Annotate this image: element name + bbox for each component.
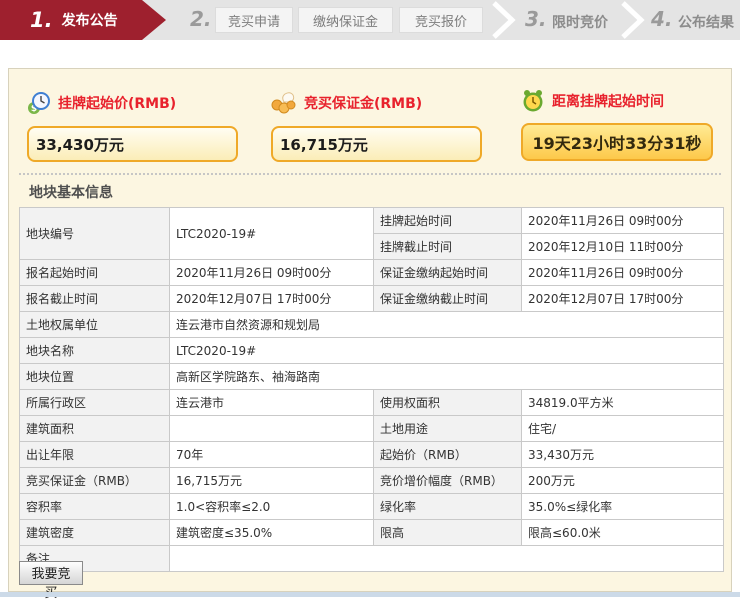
field-label: 限高 — [374, 520, 522, 546]
bid-deposit-value: 16,715万元 — [271, 126, 482, 162]
field-value: 2020年12月10日 11时00分 — [522, 234, 724, 260]
step-4-label: 公布结果 — [678, 12, 734, 32]
field-value: 33,430万元 — [522, 442, 724, 468]
step-1-publish-announcement: 1. 发布公告 — [0, 0, 166, 40]
footer-strip — [0, 592, 740, 597]
field-value — [170, 416, 374, 442]
field-value: 16,715万元 — [170, 468, 374, 494]
pay-deposit-button[interactable]: 缴纳保证金 — [298, 7, 393, 33]
alarm-clock-icon — [521, 89, 545, 113]
table-row: 报名截止时间 2020年12月07日 17时00分 保证金缴纳截止时间 2020… — [20, 286, 724, 312]
field-value: 2020年12月07日 17时00分 — [170, 286, 374, 312]
progress-stepbar: 1. 发布公告 2. 竞买申请 缴纳保证金 竞买报价 3. 限时竞价 4. 公布… — [0, 0, 740, 40]
field-label: 容积率 — [20, 494, 170, 520]
parcel-info-table: 地块编号 LTC2020-19# 挂牌起始时间 2020年11月26日 09时0… — [19, 207, 724, 572]
bid-application-button[interactable]: 竞买申请 — [215, 7, 293, 33]
field-label: 地块名称 — [20, 338, 170, 364]
field-label: 地块位置 — [20, 364, 170, 390]
coins-icon — [271, 91, 297, 115]
field-value: 2020年11月26日 09时00分 — [522, 208, 724, 234]
field-label: 地块编号 — [20, 208, 170, 260]
countdown-value: 19天23小时33分31秒 — [521, 123, 713, 161]
field-value: 200万元 — [522, 468, 724, 494]
step-3-number: 3. — [525, 7, 547, 31]
step-1-label: 发布公告 — [62, 10, 118, 30]
table-row: 地块名称 LTC2020-19# — [20, 338, 724, 364]
countdown-label: 距离挂牌起始时间 — [552, 91, 664, 111]
bid-deposit-header: 竞买保证金(RMB) — [271, 90, 422, 116]
field-value: 2020年11月26日 09时00分 — [170, 260, 374, 286]
bid-deposit-label: 竞买保证金(RMB) — [304, 93, 422, 113]
field-label: 起始价（RMB） — [374, 442, 522, 468]
listing-start-price-value: 33,430万元 — [27, 126, 238, 162]
field-value: 35.0%≤绿化率 — [522, 494, 724, 520]
i-want-to-bid-button[interactable]: 我要竞买 — [19, 561, 83, 585]
field-label: 所属行政区 — [20, 390, 170, 416]
table-row: 竞买保证金（RMB） 16,715万元 竞价增价幅度（RMB） 200万元 — [20, 468, 724, 494]
field-label: 竞买保证金（RMB） — [20, 468, 170, 494]
dotted-divider — [19, 173, 721, 175]
step-4-number: 4. — [651, 7, 673, 31]
field-value: 高新区学院路东、袖海路南 — [170, 364, 724, 390]
field-label: 挂牌起始时间 — [374, 208, 522, 234]
field-label: 建筑密度 — [20, 520, 170, 546]
listing-start-price-header: $ 挂牌起始价(RMB) — [27, 90, 176, 116]
field-value: 2020年12月07日 17时00分 — [522, 286, 724, 312]
field-label: 保证金缴纳截止时间 — [374, 286, 522, 312]
field-label: 土地用途 — [374, 416, 522, 442]
field-label: 土地权属单位 — [20, 312, 170, 338]
table-row: 建筑面积 土地用途 住宅/ — [20, 416, 724, 442]
chevron-right-icon — [619, 0, 645, 40]
field-value: 建筑密度≤35.0% — [170, 520, 374, 546]
field-label: 竞价增价幅度（RMB） — [374, 468, 522, 494]
table-row: 出让年限 70年 起始价（RMB） 33,430万元 — [20, 442, 724, 468]
field-label: 使用权面积 — [374, 390, 522, 416]
field-value: 连云港市自然资源和规划局 — [170, 312, 724, 338]
field-label: 保证金缴纳起始时间 — [374, 260, 522, 286]
bid-offer-button[interactable]: 竞买报价 — [399, 7, 483, 33]
table-row: 报名起始时间 2020年11月26日 09时00分 保证金缴纳起始时间 2020… — [20, 260, 724, 286]
field-label: 建筑面积 — [20, 416, 170, 442]
field-label: 出让年限 — [20, 442, 170, 468]
field-value: LTC2020-19# — [170, 208, 374, 260]
field-label: 报名截止时间 — [20, 286, 170, 312]
step-1-number: 1. — [30, 8, 53, 32]
field-value: 连云港市 — [170, 390, 374, 416]
field-value: 70年 — [170, 442, 374, 468]
field-value: 住宅/ — [522, 416, 724, 442]
step-2-number: 2. — [190, 7, 212, 31]
section-title: 地块基本信息 — [29, 182, 113, 202]
field-label: 报名起始时间 — [20, 260, 170, 286]
field-value — [170, 546, 724, 572]
step-3-label: 限时竞价 — [552, 12, 608, 32]
field-value: 1.0<容积率≤2.0 — [170, 494, 374, 520]
field-label: 挂牌截止时间 — [374, 234, 522, 260]
money-clock-icon: $ — [27, 91, 51, 115]
field-value: 限高≤60.0米 — [522, 520, 724, 546]
listing-start-price-label: 挂牌起始价(RMB) — [58, 93, 176, 113]
countdown-header: 距离挂牌起始时间 — [521, 88, 664, 114]
table-row: 地块编号 LTC2020-19# 挂牌起始时间 2020年11月26日 09时0… — [20, 208, 724, 234]
field-value: 2020年11月26日 09时00分 — [522, 260, 724, 286]
table-row: 备注 — [20, 546, 724, 572]
chevron-right-icon — [490, 0, 516, 40]
table-row: 所属行政区 连云港市 使用权面积 34819.0平方米 — [20, 390, 724, 416]
announcement-panel: $ 挂牌起始价(RMB) 33,430万元 竞买保证金(RMB) 16,715万… — [8, 68, 732, 592]
table-row: 地块位置 高新区学院路东、袖海路南 — [20, 364, 724, 390]
field-value: LTC2020-19# — [170, 338, 724, 364]
table-row: 建筑密度 建筑密度≤35.0% 限高 限高≤60.0米 — [20, 520, 724, 546]
field-value: 34819.0平方米 — [522, 390, 724, 416]
table-row: 容积率 1.0<容积率≤2.0 绿化率 35.0%≤绿化率 — [20, 494, 724, 520]
field-label: 绿化率 — [374, 494, 522, 520]
table-row: 土地权属单位 连云港市自然资源和规划局 — [20, 312, 724, 338]
